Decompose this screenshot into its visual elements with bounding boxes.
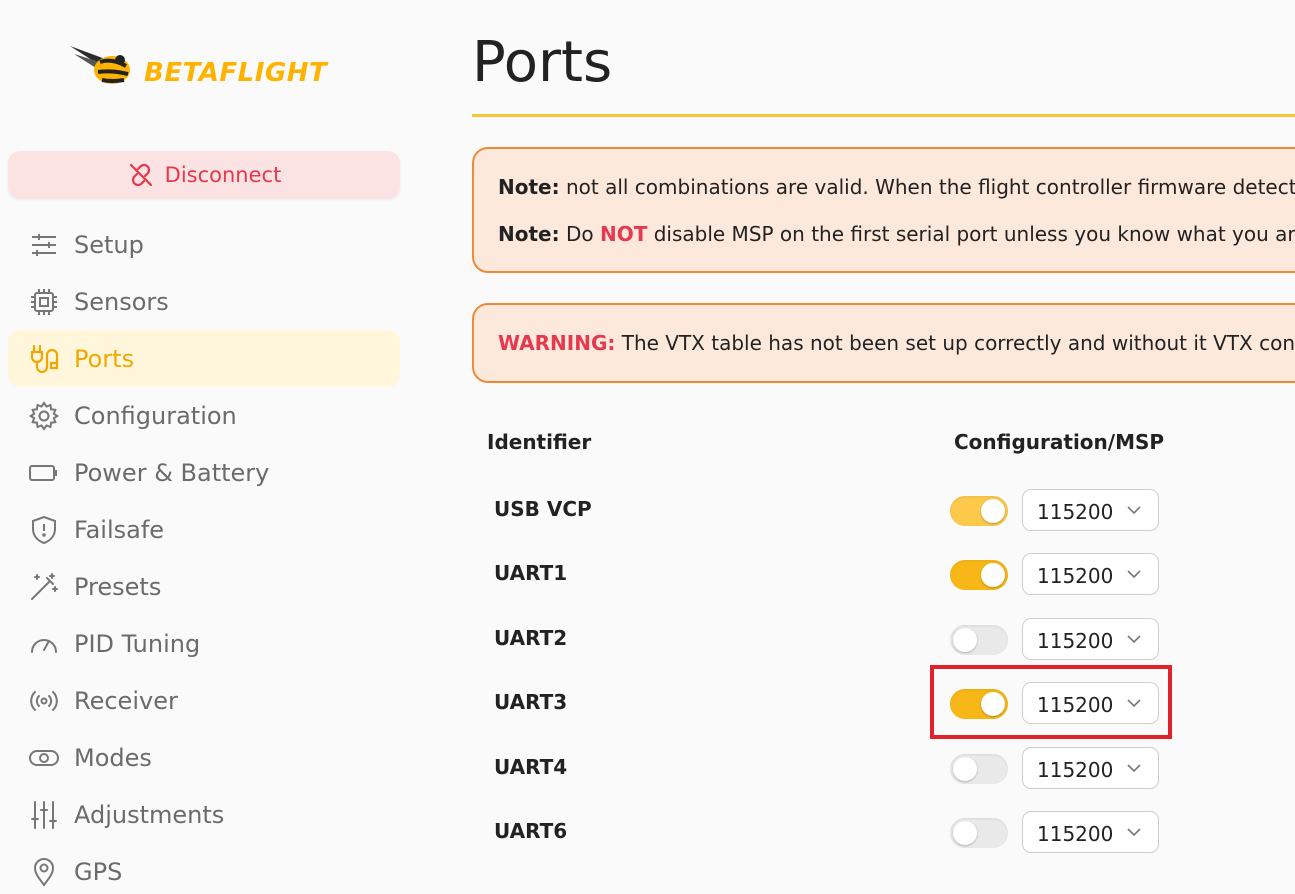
baud-rate-value: 115200 (1037, 500, 1114, 524)
note-prefix: Note: (498, 222, 560, 246)
sidebar-item-label: Modes (74, 743, 152, 772)
sidebar-item-label: Presets (74, 572, 162, 601)
chevron-down-icon (1127, 570, 1141, 579)
unlink-icon (129, 163, 152, 187)
disconnect-label: Disconnect (164, 163, 282, 187)
toggle-knob (981, 499, 1005, 523)
toggle-knob (953, 821, 977, 845)
sidebar-item-label: Receiver (74, 686, 178, 715)
sidebar-item-adjustments[interactable]: Adjustments (8, 786, 400, 843)
baud-rate-value: 115200 (1037, 564, 1114, 588)
sidebar-item-modes[interactable]: Modes (8, 729, 400, 786)
baud-rate-select[interactable]: 115200 (1022, 553, 1159, 595)
sidebar-item-label: Configuration (74, 401, 237, 430)
note-emphasis: NOT (599, 222, 648, 246)
sidebar-nav: Setup Sensors Ports Configuration Power … (8, 216, 400, 894)
baud-rate-select[interactable]: 115200 (1022, 618, 1159, 660)
toggle-knob (953, 628, 977, 652)
note-text: not all combinations are valid. When the… (559, 175, 1295, 199)
sidebar-item-failsafe[interactable]: Failsafe (8, 501, 400, 558)
port-row: USB VCP 115200 (472, 487, 1272, 531)
note-text: Do (559, 222, 600, 246)
column-header-config-msp: Configuration/MSP (954, 430, 1165, 454)
sidebar-item-power-battery[interactable]: Power & Battery (8, 444, 400, 501)
sidebar-item-label: Setup (74, 230, 144, 259)
msp-toggle[interactable] (950, 625, 1008, 655)
port-row: UART6 115200 (472, 809, 1272, 853)
note-text: disable MSP on the first serial port unl… (647, 222, 1295, 246)
sidebar-item-sensors[interactable]: Sensors (8, 273, 400, 330)
port-identifier: USB VCP (494, 497, 592, 521)
toggle-icon (28, 742, 60, 774)
port-identifier: UART4 (494, 755, 568, 779)
highlight-box (930, 665, 1172, 739)
sidebar-item-presets[interactable]: Presets (8, 558, 400, 615)
map-pin-icon (28, 856, 60, 888)
port-identifier: UART1 (494, 561, 568, 585)
broadcast-icon (28, 685, 60, 717)
sidebar-item-receiver[interactable]: Receiver (8, 672, 400, 729)
gauge-icon (28, 628, 60, 660)
warning-box: WARNING: The VTX table has not been set … (472, 303, 1295, 383)
betaflight-logo: BETAFLIGHT (68, 38, 368, 98)
port-row: UART1 115200 (472, 551, 1272, 595)
baud-rate-select[interactable]: 115200 (1022, 489, 1159, 531)
port-row: UART2 115200 (472, 616, 1272, 660)
note-line-2: Note: Do NOT disable MSP on the first se… (498, 222, 1295, 269)
adjust-sliders-icon (28, 799, 60, 831)
title-divider (472, 114, 1295, 117)
baud-rate-select[interactable]: 115200 (1022, 811, 1159, 853)
chevron-down-icon (1127, 764, 1141, 773)
note-prefix: Note: (498, 175, 560, 199)
sliders-icon (28, 229, 60, 261)
baud-rate-value: 115200 (1037, 629, 1114, 653)
toggle-knob (981, 563, 1005, 587)
page-title: Ports (472, 30, 613, 95)
sidebar-item-label: GPS (74, 857, 123, 886)
note-line-1: Note: not all combinations are valid. Wh… (498, 175, 1295, 222)
msp-toggle[interactable] (950, 754, 1008, 784)
warning-prefix: WARNING: (498, 331, 616, 355)
brand-name: BETAFLIGHT (144, 58, 328, 88)
port-identifier: UART6 (494, 819, 568, 843)
sidebar-item-setup[interactable]: Setup (8, 216, 400, 273)
disconnect-button[interactable]: Disconnect (8, 151, 400, 199)
port-identifier: UART2 (494, 626, 568, 650)
sidebar-item-label: Adjustments (74, 800, 225, 829)
sidebar-item-label: Sensors (74, 287, 169, 316)
bee-logo-icon (70, 46, 130, 84)
sidebar-item-label: Failsafe (74, 515, 165, 544)
msp-toggle[interactable] (950, 496, 1008, 526)
sidebar-item-configuration[interactable]: Configuration (8, 387, 400, 444)
msp-toggle[interactable] (950, 818, 1008, 848)
sidebar-item-label: Power & Battery (74, 458, 270, 487)
port-identifier: UART3 (494, 690, 568, 714)
chevron-down-icon (1127, 828, 1141, 837)
sidebar-item-gps[interactable]: GPS (8, 843, 400, 894)
gear-icon (28, 400, 60, 432)
battery-icon (28, 457, 60, 489)
port-row: UART4 115200 (472, 745, 1272, 789)
sidebar-item-label: Ports (74, 344, 135, 373)
chevron-down-icon (1127, 635, 1141, 644)
warning-text: The VTX table has not been set up correc… (615, 331, 1295, 355)
wand-icon (28, 571, 60, 603)
chip-icon (28, 286, 60, 318)
shield-icon (28, 514, 60, 546)
sidebar-item-pid-tuning[interactable]: PID Tuning (8, 615, 400, 672)
sidebar-item-ports[interactable]: Ports (8, 330, 400, 387)
column-header-identifier: Identifier (487, 430, 592, 454)
msp-toggle[interactable] (950, 560, 1008, 590)
chevron-down-icon (1127, 506, 1141, 515)
plug-icon (28, 343, 60, 375)
baud-rate-select[interactable]: 115200 (1022, 747, 1159, 789)
toggle-knob (953, 757, 977, 781)
note-box: Note: not all combinations are valid. Wh… (472, 147, 1295, 273)
baud-rate-value: 115200 (1037, 822, 1114, 846)
sidebar-item-label: PID Tuning (74, 629, 201, 658)
baud-rate-value: 115200 (1037, 758, 1114, 782)
